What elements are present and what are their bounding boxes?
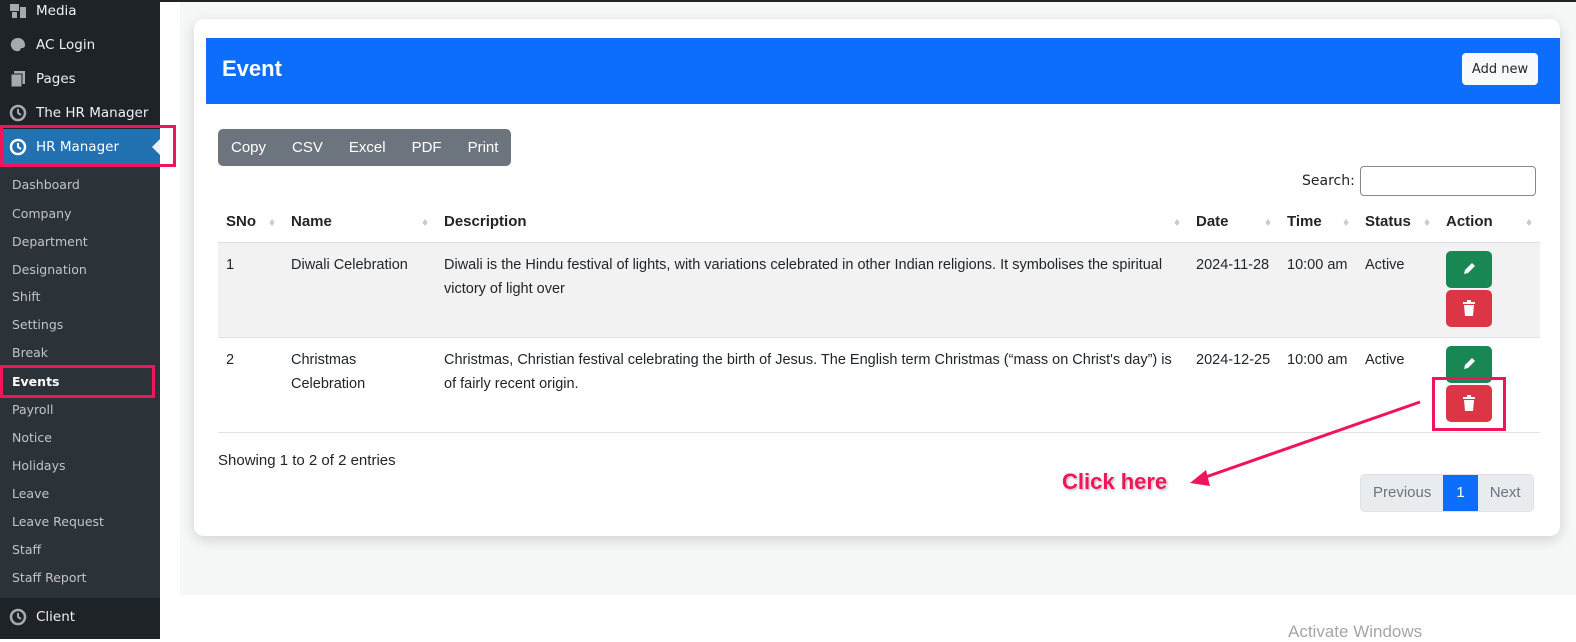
pencil-icon bbox=[1464, 358, 1475, 369]
clock-icon bbox=[8, 137, 28, 157]
previous-page-button[interactable]: Previous bbox=[1361, 475, 1444, 511]
edit-button[interactable] bbox=[1446, 250, 1492, 288]
column-header-action[interactable]: Action ♦ bbox=[1438, 202, 1540, 243]
column-header-name[interactable]: Name ♦ bbox=[283, 202, 436, 243]
submenu-payroll[interactable]: Payroll bbox=[12, 402, 54, 417]
cell-status: Active bbox=[1357, 242, 1438, 338]
submenu-department[interactable]: Department bbox=[12, 234, 88, 249]
cell-time: 10:00 am bbox=[1279, 242, 1357, 338]
hr-manager-submenu: Dashboard Company Department Designation… bbox=[0, 167, 160, 598]
menu-item-media[interactable]: Media bbox=[0, 0, 160, 28]
submenu-designation[interactable]: Designation bbox=[12, 262, 87, 277]
submenu-company[interactable]: Company bbox=[12, 206, 71, 221]
windows-watermark: Activate Windows bbox=[1288, 622, 1423, 641]
cell-name: Christmas Celebration bbox=[283, 337, 436, 433]
trash-icon bbox=[1463, 395, 1475, 411]
menu-item-pages[interactable]: Pages bbox=[0, 62, 160, 96]
table-row: 2 Christmas Celebration Christmas, Chris… bbox=[218, 337, 1540, 433]
table-info: Showing 1 to 2 of 2 entries bbox=[218, 452, 396, 469]
cell-time: 10:00 am bbox=[1279, 337, 1357, 433]
submenu-notice[interactable]: Notice bbox=[12, 430, 52, 445]
card-header: Event Add new bbox=[206, 38, 1560, 104]
sort-icon: ♦ bbox=[1173, 215, 1181, 229]
sort-icon: ♦ bbox=[268, 215, 276, 229]
add-new-button[interactable]: Add new bbox=[1462, 53, 1538, 85]
column-header-time[interactable]: Time ♦ bbox=[1279, 202, 1357, 243]
menu-item-label: AC Login bbox=[36, 37, 96, 53]
table-row: 1 Diwali Celebration Diwali is the Hindu… bbox=[218, 242, 1540, 338]
menu-item-label: Pages bbox=[36, 71, 76, 87]
export-button-group: Copy CSV Excel PDF Print bbox=[218, 129, 512, 166]
pencil-icon bbox=[1464, 263, 1475, 274]
events-table: SNo ♦ Name ♦ Description ♦ Date ♦ Time ♦ Stat… bbox=[218, 202, 1540, 433]
column-header-date[interactable]: Date ♦ bbox=[1188, 202, 1279, 243]
sort-icon: ♦ bbox=[1264, 215, 1272, 229]
submenu-dashboard[interactable]: Dashboard bbox=[12, 177, 80, 192]
cell-action bbox=[1438, 242, 1540, 338]
cell-date: 2024-11-28 bbox=[1188, 242, 1279, 338]
column-header-status[interactable]: Status ♦ bbox=[1357, 202, 1438, 243]
menu-item-the-hr-manager[interactable]: The HR Manager bbox=[0, 96, 160, 130]
events-card: Event Add new Copy CSV Excel PDF Print S… bbox=[194, 19, 1560, 536]
menu-item-hr-manager[interactable]: HR Manager bbox=[0, 129, 160, 165]
clock-icon bbox=[8, 103, 28, 123]
media-icon bbox=[8, 1, 28, 21]
next-page-button[interactable]: Next bbox=[1477, 475, 1533, 511]
cell-sno: 2 bbox=[218, 337, 283, 433]
sort-icon: ♦ bbox=[1525, 215, 1533, 229]
sort-icon: ♦ bbox=[1423, 215, 1431, 229]
submenu-settings[interactable]: Settings bbox=[12, 317, 63, 332]
table-header-row: SNo ♦ Name ♦ Description ♦ Date ♦ Time ♦ Stat… bbox=[218, 202, 1540, 243]
palette-icon bbox=[8, 35, 28, 55]
admin-sidebar: Media AC Login Pages The HR Manager HR M… bbox=[0, 0, 160, 639]
print-button[interactable]: Print bbox=[455, 129, 512, 166]
search-label: Search: bbox=[1302, 173, 1355, 189]
column-header-sno[interactable]: SNo ♦ bbox=[218, 202, 283, 243]
delete-button[interactable] bbox=[1446, 384, 1492, 422]
submenu-holidays[interactable]: Holidays bbox=[12, 458, 66, 473]
edit-button[interactable] bbox=[1446, 345, 1492, 383]
cell-action bbox=[1438, 337, 1540, 433]
excel-button[interactable]: Excel bbox=[336, 129, 399, 166]
menu-item-label: HR Manager bbox=[36, 139, 119, 155]
submenu-events[interactable]: Events bbox=[12, 374, 59, 389]
cell-name: Diwali Celebration bbox=[283, 242, 436, 338]
menu-item-label: Media bbox=[36, 3, 77, 19]
column-header-description[interactable]: Description ♦ bbox=[436, 202, 1188, 243]
trash-icon bbox=[1463, 300, 1475, 316]
csv-button[interactable]: CSV bbox=[279, 129, 336, 166]
pages-icon bbox=[8, 69, 28, 89]
sort-icon: ♦ bbox=[421, 215, 429, 229]
current-indicator-arrow bbox=[152, 139, 160, 155]
cell-date: 2024-12-25 bbox=[1188, 337, 1279, 433]
submenu-staff-report[interactable]: Staff Report bbox=[12, 570, 87, 585]
sort-icon: ♦ bbox=[1342, 215, 1350, 229]
submenu-staff[interactable]: Staff bbox=[12, 542, 41, 557]
menu-item-client[interactable]: Client bbox=[0, 599, 160, 635]
annotation-label: Click here bbox=[1062, 469, 1168, 494]
pdf-button[interactable]: PDF bbox=[399, 129, 455, 166]
search-input[interactable] bbox=[1360, 166, 1536, 196]
delete-button[interactable] bbox=[1446, 289, 1492, 327]
submenu-break[interactable]: Break bbox=[12, 345, 48, 360]
clock-icon bbox=[8, 607, 28, 627]
cell-status: Active bbox=[1357, 337, 1438, 433]
submenu-shift[interactable]: Shift bbox=[12, 289, 40, 304]
cell-description: Diwali is the Hindu festival of lights, … bbox=[436, 242, 1188, 338]
copy-button[interactable]: Copy bbox=[218, 129, 279, 166]
cell-description: Christmas, Christian festival celebratin… bbox=[436, 337, 1188, 433]
menu-item-label: Client bbox=[36, 609, 76, 625]
pagination: Previous 1 Next bbox=[1360, 474, 1534, 512]
cell-sno: 1 bbox=[218, 242, 283, 338]
page-1-button[interactable]: 1 bbox=[1443, 475, 1478, 511]
submenu-leave[interactable]: Leave bbox=[12, 486, 49, 501]
page-title: Event bbox=[222, 56, 282, 81]
menu-item-ac-login[interactable]: AC Login bbox=[0, 28, 160, 62]
menu-item-label: The HR Manager bbox=[36, 105, 149, 121]
submenu-leave-request[interactable]: Leave Request bbox=[12, 514, 104, 529]
